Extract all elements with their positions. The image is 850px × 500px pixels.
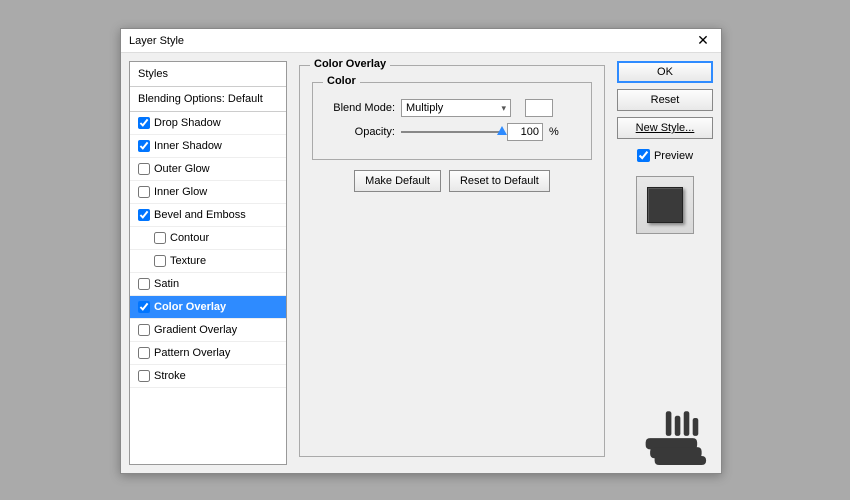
style-row-stroke[interactable]: Stroke [130, 365, 286, 388]
preview-label: Preview [654, 150, 693, 162]
style-row-color-overlay[interactable]: Color Overlay [130, 296, 286, 319]
preview-checkbox[interactable] [637, 149, 650, 162]
center-panel: Color Overlay Color Blend Mode: Multiply… [295, 61, 609, 465]
style-checkbox[interactable] [138, 347, 150, 359]
layer-style-dialog: Layer Style ✕ Styles Blending Options: D… [120, 28, 722, 474]
style-checkbox[interactable] [138, 324, 150, 336]
style-label: Pattern Overlay [154, 347, 230, 359]
opacity-slider[interactable] [401, 131, 501, 133]
ok-button[interactable]: OK [617, 61, 713, 83]
color-group-title: Color [323, 75, 360, 87]
style-label: Inner Shadow [154, 140, 222, 152]
style-row-inner-shadow[interactable]: Inner Shadow [130, 135, 286, 158]
style-checkbox[interactable] [138, 370, 150, 382]
style-row-contour[interactable]: Contour [130, 227, 286, 250]
style-label: Stroke [154, 370, 186, 382]
styles-header[interactable]: Styles [130, 62, 286, 87]
blend-mode-label: Blend Mode: [325, 102, 395, 114]
blend-mode-value: Multiply [406, 102, 443, 114]
style-checkbox[interactable] [138, 117, 150, 129]
preview-inner [647, 187, 683, 223]
color-swatch[interactable] [525, 99, 553, 117]
opacity-label: Opacity: [325, 126, 395, 138]
styles-list: Drop Shadow Inner Shadow Outer Glow Inner G… [130, 112, 286, 388]
preview-swatch [636, 176, 694, 234]
reset-default-button[interactable]: Reset to Default [449, 170, 550, 192]
opacity-row: Opacity: % [325, 123, 579, 141]
style-checkbox[interactable] [138, 140, 150, 152]
style-checkbox[interactable] [138, 163, 150, 175]
defaults-row: Make Default Reset to Default [312, 170, 592, 192]
preview-row: Preview [617, 149, 713, 162]
style-label: Outer Glow [154, 163, 210, 175]
style-checkbox[interactable] [154, 232, 166, 244]
blend-mode-row: Blend Mode: Multiply ▾ [325, 99, 579, 117]
styles-panel: Styles Blending Options: Default Drop Sh… [129, 61, 287, 465]
style-checkbox[interactable] [138, 186, 150, 198]
group-title: Color Overlay [310, 58, 390, 70]
style-checkbox[interactable] [154, 255, 166, 267]
blending-options[interactable]: Blending Options: Default [130, 87, 286, 112]
chevron-down-icon: ▾ [501, 103, 506, 114]
blend-mode-select[interactable]: Multiply ▾ [401, 99, 511, 117]
color-group: Color Blend Mode: Multiply ▾ Opacity: [312, 82, 592, 160]
style-label: Gradient Overlay [154, 324, 237, 336]
style-checkbox[interactable] [138, 278, 150, 290]
make-default-button[interactable]: Make Default [354, 170, 441, 192]
style-row-outer-glow[interactable]: Outer Glow [130, 158, 286, 181]
style-label: Bevel and Emboss [154, 209, 246, 221]
reset-button[interactable]: Reset [617, 89, 713, 111]
style-label: Inner Glow [154, 186, 207, 198]
style-row-gradient-overlay[interactable]: Gradient Overlay [130, 319, 286, 342]
close-icon[interactable]: ✕ [693, 32, 713, 49]
style-row-bevel-and-emboss[interactable]: Bevel and Emboss [130, 204, 286, 227]
style-checkbox[interactable] [138, 209, 150, 221]
style-label: Contour [170, 232, 209, 244]
opacity-unit: % [549, 126, 559, 138]
style-label: Color Overlay [154, 301, 226, 313]
dialog-title: Layer Style [129, 35, 184, 47]
titlebar: Layer Style ✕ [121, 29, 721, 53]
slider-thumb-icon[interactable] [497, 126, 507, 135]
dialog-body: Styles Blending Options: Default Drop Sh… [121, 53, 721, 473]
new-style-button[interactable]: New Style... [617, 117, 713, 139]
style-row-inner-glow[interactable]: Inner Glow [130, 181, 286, 204]
style-row-satin[interactable]: Satin [130, 273, 286, 296]
watermark-icon [643, 409, 711, 465]
style-row-pattern-overlay[interactable]: Pattern Overlay [130, 342, 286, 365]
right-panel: OK Reset New Style... Preview [617, 61, 713, 465]
style-label: Texture [170, 255, 206, 267]
style-row-texture[interactable]: Texture [130, 250, 286, 273]
opacity-input[interactable] [507, 123, 543, 141]
style-checkbox[interactable] [138, 301, 150, 313]
color-overlay-group: Color Overlay Color Blend Mode: Multiply… [299, 65, 605, 457]
style-row-drop-shadow[interactable]: Drop Shadow [130, 112, 286, 135]
style-label: Satin [154, 278, 179, 290]
style-label: Drop Shadow [154, 117, 221, 129]
